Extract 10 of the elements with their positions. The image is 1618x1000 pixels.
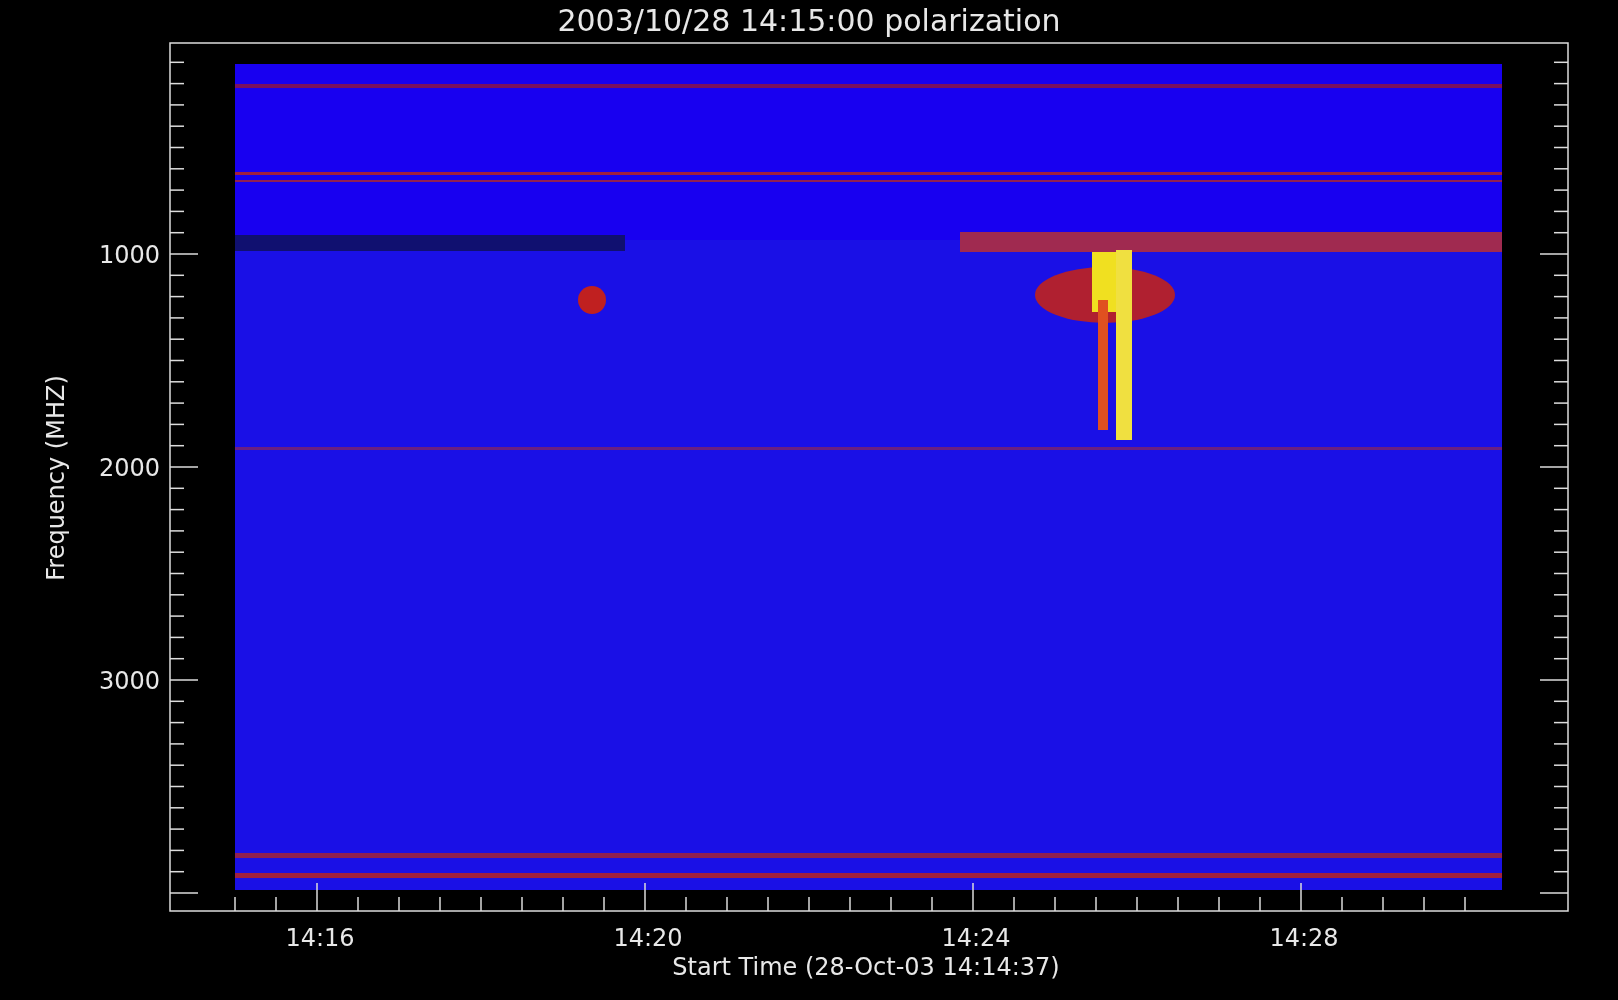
x-axis-label: Start Time (28-Oct-03 14:14:37) — [672, 953, 1060, 981]
x-tick-label: 14:20 — [613, 924, 683, 952]
plot-title: 2003/10/28 14:15:00 polarization — [557, 3, 1061, 38]
y-tick-label: 1000 — [98, 241, 160, 269]
y-tick-label: 2000 — [98, 454, 160, 482]
x-tick-label: 14:24 — [941, 924, 1011, 952]
x-tick-label: 14:28 — [1269, 924, 1339, 952]
x-tick-label: 14:16 — [285, 924, 355, 952]
y-axis-label: Frequency (MHZ) — [42, 375, 70, 581]
y-tick-label: 3000 — [98, 667, 160, 695]
